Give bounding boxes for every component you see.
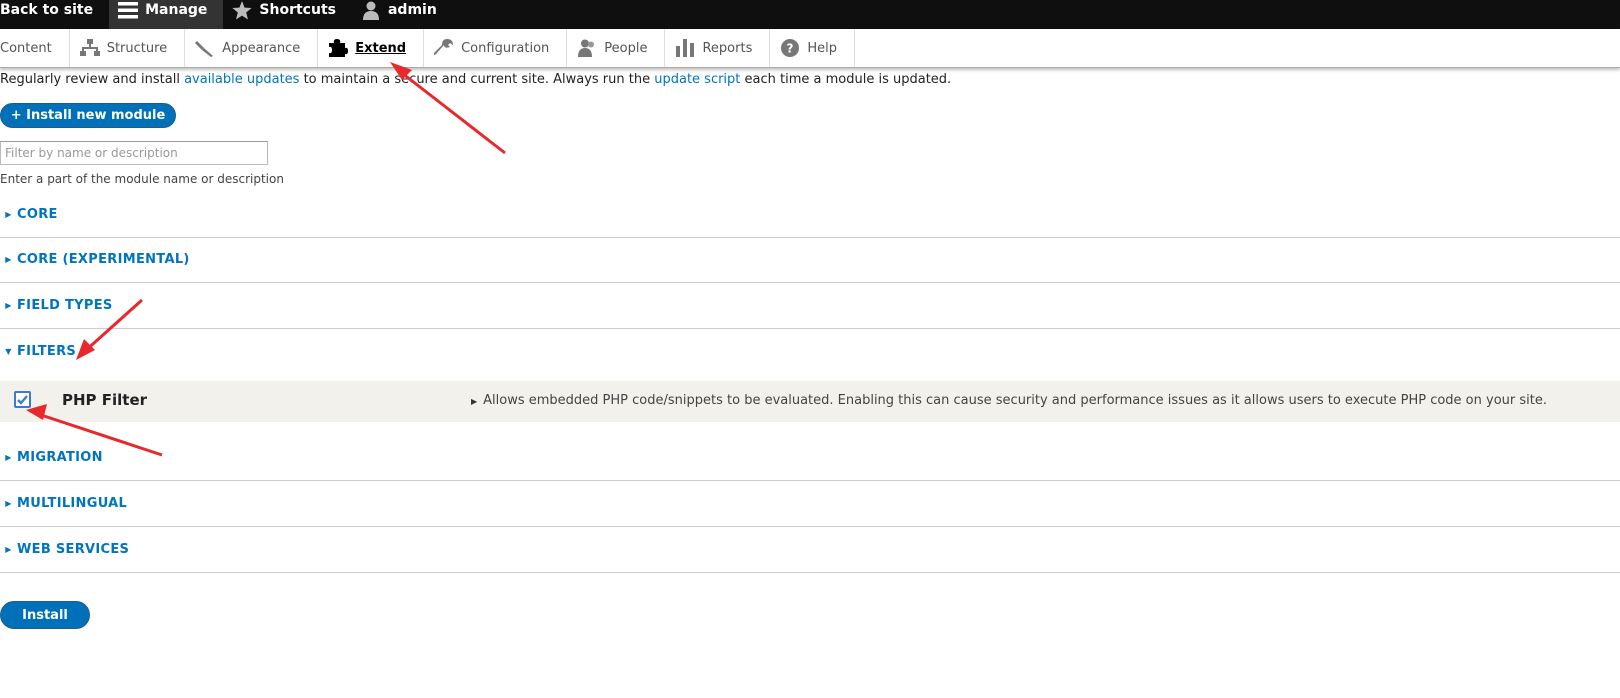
admin-tray: Content Structure Appearance Extend Conf… bbox=[0, 29, 1620, 68]
update-script-link[interactable]: update script bbox=[654, 72, 740, 87]
php-filter-checkbox[interactable] bbox=[14, 391, 31, 408]
user-tab[interactable]: admin bbox=[352, 0, 453, 20]
tray-item-label: Configuration bbox=[461, 40, 550, 56]
tray-item-extend[interactable]: Extend bbox=[318, 29, 425, 67]
tray-item-label: Reports bbox=[702, 40, 753, 56]
package-label: FIELD TYPES bbox=[17, 298, 113, 313]
details-triangle-icon: ▶ bbox=[471, 397, 478, 406]
back-to-site-link[interactable]: Back to site bbox=[0, 0, 109, 20]
package-filters[interactable]: ▼ FILTERS bbox=[0, 329, 1620, 374]
package-core[interactable]: ▶ CORE bbox=[0, 192, 1620, 238]
manage-label: Manage bbox=[145, 2, 208, 18]
admin-toolbar: Back to site Manage Shortcuts admin bbox=[0, 0, 1620, 29]
tray-item-label: Appearance bbox=[222, 40, 301, 56]
people-icon bbox=[576, 38, 598, 58]
help-icon: ? bbox=[779, 38, 801, 58]
install-button[interactable]: Install bbox=[0, 601, 90, 629]
package-label: CORE bbox=[17, 207, 58, 222]
filter-description: Enter a part of the module name or descr… bbox=[0, 172, 284, 186]
structure-icon bbox=[79, 38, 101, 58]
module-name[interactable]: PHP Filter bbox=[62, 391, 147, 409]
collapsed-triangle-icon: ▶ bbox=[5, 255, 12, 264]
module-description[interactable]: ▶ Allows embedded PHP code/snippets to be… bbox=[471, 393, 1547, 408]
tray-item-help[interactable]: ? Help bbox=[770, 29, 855, 67]
tray-item-label: Content bbox=[0, 40, 52, 56]
shortcuts-tab[interactable]: Shortcuts bbox=[223, 0, 352, 20]
package-web-services[interactable]: ▶ WEB SERVICES bbox=[0, 527, 1620, 573]
tray-item-label: Structure bbox=[106, 40, 168, 56]
user-icon bbox=[360, 0, 382, 20]
tray-item-reports[interactable]: Reports bbox=[665, 29, 771, 67]
bar-chart-icon bbox=[674, 38, 696, 58]
package-label: MULTILINGUAL bbox=[17, 496, 128, 511]
wrench-icon bbox=[433, 38, 455, 58]
brush-icon bbox=[194, 38, 216, 58]
collapsed-triangle-icon: ▶ bbox=[5, 545, 12, 554]
tray-item-label: People bbox=[604, 40, 648, 56]
package-core-experimental[interactable]: ▶ CORE (EXPERIMENTAL) bbox=[0, 237, 1620, 283]
menu-icon bbox=[117, 0, 139, 20]
package-label: WEB SERVICES bbox=[17, 542, 130, 557]
module-row-php-filter: PHP Filter ▶ Allows embedded PHP code/sni… bbox=[0, 381, 1620, 422]
tray-item-label: Help bbox=[807, 40, 837, 56]
star-icon bbox=[231, 0, 253, 20]
filter-input[interactable] bbox=[0, 141, 268, 165]
intro-text-part: each time a module is updated. bbox=[740, 72, 952, 87]
intro-text-part: to maintain a secure and current site. A… bbox=[299, 72, 655, 87]
collapsed-triangle-icon: ▶ bbox=[5, 453, 12, 462]
puzzle-icon bbox=[327, 38, 349, 58]
tray-item-people[interactable]: People bbox=[567, 29, 666, 67]
tray-item-configuration[interactable]: Configuration bbox=[424, 29, 568, 67]
user-label: admin bbox=[387, 2, 437, 18]
tray-item-appearance[interactable]: Appearance bbox=[185, 29, 319, 67]
tray-item-structure[interactable]: Structure bbox=[70, 29, 186, 67]
collapsed-triangle-icon: ▶ bbox=[5, 301, 12, 310]
package-multilingual[interactable]: ▶ MULTILINGUAL bbox=[0, 481, 1620, 527]
package-label: FILTERS bbox=[17, 344, 77, 359]
package-field-types[interactable]: ▶ FIELD TYPES bbox=[0, 283, 1620, 329]
package-migration[interactable]: ▶ MIGRATION bbox=[0, 435, 1620, 481]
available-updates-link[interactable]: available updates bbox=[184, 72, 299, 87]
package-label: CORE (EXPERIMENTAL) bbox=[17, 252, 190, 267]
svg-text:?: ? bbox=[787, 42, 794, 56]
manage-tab[interactable]: Manage bbox=[109, 0, 224, 29]
expanded-triangle-icon: ▼ bbox=[5, 347, 12, 356]
collapsed-triangle-icon: ▶ bbox=[5, 210, 12, 219]
intro-text-part: Regularly review and install bbox=[0, 72, 185, 87]
intro-text: Regularly review and install available u… bbox=[0, 72, 951, 87]
tray-item-label: Extend bbox=[355, 40, 407, 56]
shortcuts-label: Shortcuts bbox=[259, 2, 336, 18]
back-to-site-label: Back to site bbox=[0, 2, 94, 18]
tray-item-content[interactable]: Content bbox=[0, 29, 70, 67]
install-new-module-button[interactable]: + Install new module bbox=[0, 103, 176, 128]
module-description-text: Allows embedded PHP code/snippets to be … bbox=[483, 393, 1547, 408]
package-label: MIGRATION bbox=[17, 450, 103, 465]
collapsed-triangle-icon: ▶ bbox=[5, 499, 12, 508]
